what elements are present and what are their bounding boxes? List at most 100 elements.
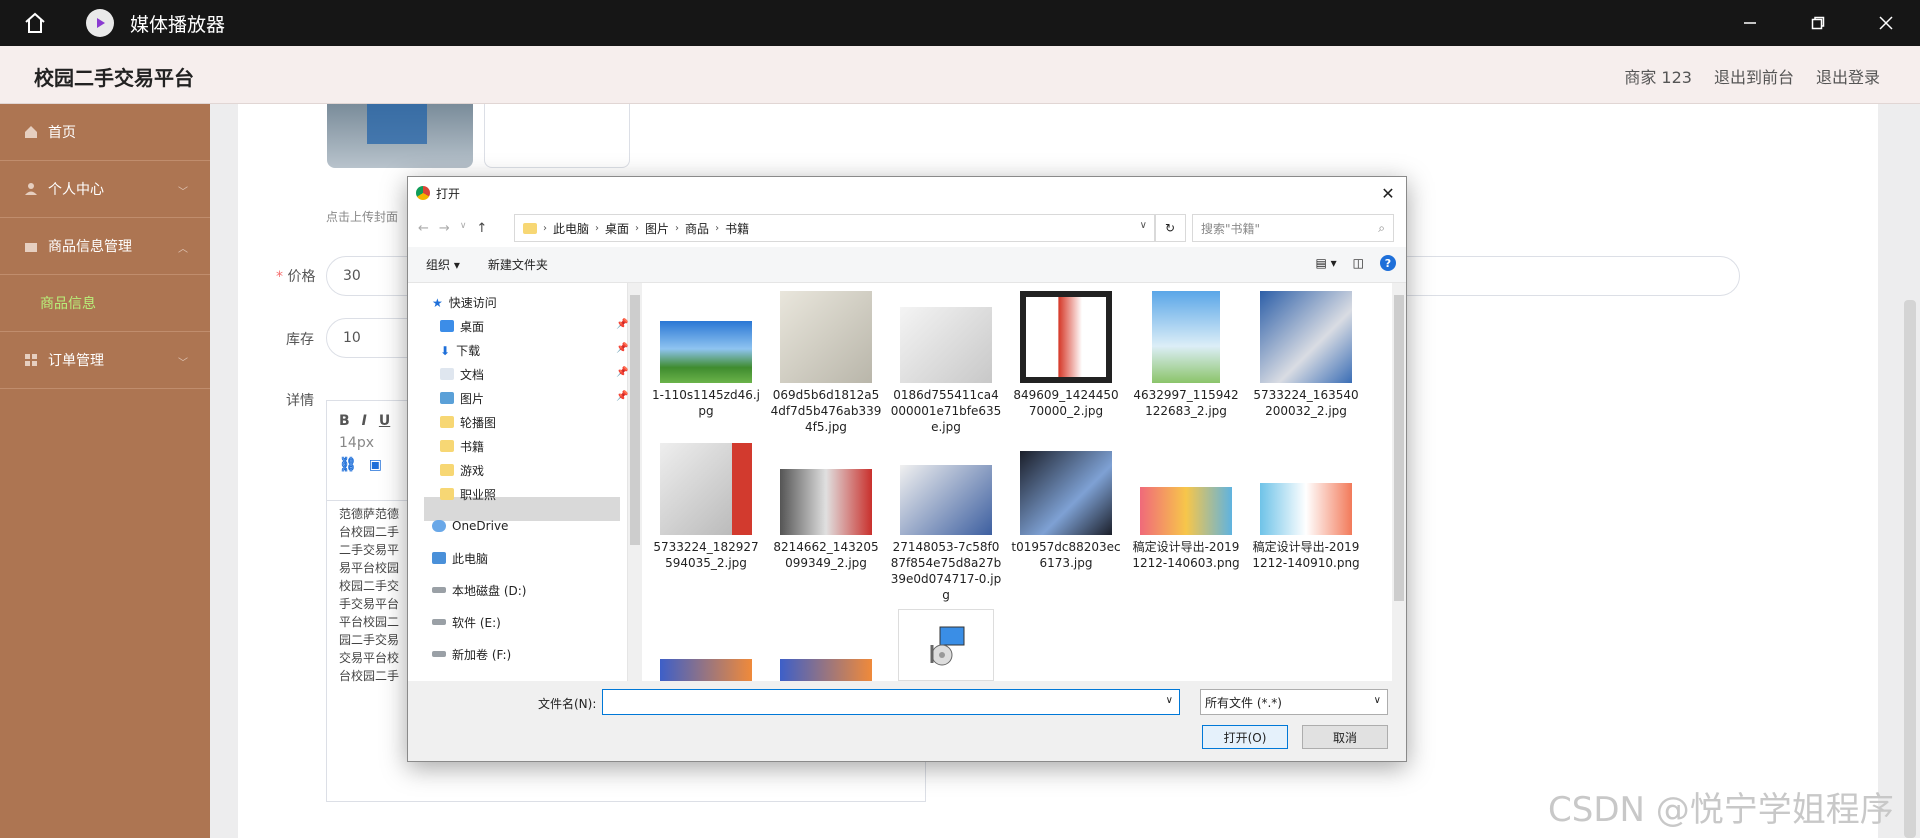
tree-drive-d[interactable]: 本地磁盘 (D:) bbox=[432, 579, 526, 601]
preview-pane-icon[interactable]: ◫ bbox=[1353, 256, 1364, 270]
folder-icon bbox=[523, 222, 537, 234]
file-item[interactable] bbox=[650, 659, 762, 681]
file-item[interactable]: 稿定设计导出-20191212-140910.png bbox=[1250, 443, 1362, 571]
file-item[interactable]: 4632997_115942122683_2.jpg bbox=[1130, 291, 1242, 419]
logout-link[interactable]: 退出登录 bbox=[1816, 64, 1880, 88]
media-player-logo-icon bbox=[86, 9, 114, 37]
upload-tip: 点击上传封面 bbox=[326, 210, 399, 224]
dialog-close-icon[interactable]: ✕ bbox=[1370, 177, 1406, 209]
tree-folder-books[interactable]: 书籍 bbox=[440, 435, 484, 457]
file-item[interactable]: 8214662_143205099349_2.jpg bbox=[770, 443, 882, 571]
user-icon bbox=[25, 183, 37, 195]
editor-content[interactable]: 范德萨范德台校园二手二手交易平易平台校园校园二手交手交易平台平台校园二园二手交易… bbox=[327, 501, 419, 689]
tree-this-pc[interactable]: 此电脑 bbox=[432, 547, 488, 569]
sidebar-item-home[interactable]: 首页 bbox=[0, 104, 210, 161]
tree-pictures[interactable]: 图片 bbox=[440, 387, 484, 409]
breadcrumb-item[interactable]: 此电脑 bbox=[553, 220, 589, 237]
chevron-down-icon[interactable]: ∨ bbox=[1166, 695, 1173, 706]
sidebar: 首页 个人中心 ﹀ 商品信息管理 ︿ 商品信息 订单管理 ﹀ bbox=[0, 104, 210, 838]
price-label: * 价格 bbox=[276, 269, 316, 285]
open-button[interactable]: 打开(O) bbox=[1202, 725, 1288, 749]
file-item[interactable]: 1-110s1145zd46.jpg bbox=[650, 291, 762, 419]
underline-button[interactable]: U bbox=[379, 413, 390, 429]
merchant-label: 商家 123 bbox=[1624, 68, 1692, 87]
file-item[interactable]: 849609_142445070000_2.jpg bbox=[1010, 291, 1122, 419]
tree-folder-games[interactable]: 游戏 bbox=[440, 459, 484, 481]
filename-input[interactable] bbox=[603, 690, 1153, 712]
home-icon[interactable] bbox=[20, 8, 50, 38]
file-item[interactable]: 稿定设计导出-20191212-140603.png bbox=[1130, 443, 1242, 571]
page-scrollbar[interactable] bbox=[1904, 300, 1916, 838]
help-icon[interactable]: ? bbox=[1380, 255, 1396, 271]
detail-label: 详情 bbox=[286, 393, 314, 409]
new-folder-button[interactable]: 新建文件夹 bbox=[488, 256, 548, 273]
pin-icon: 📌 bbox=[616, 367, 629, 378]
file-item[interactable]: 069d5b6d1812a54df7d5b476ab3394f5.jpg bbox=[770, 291, 882, 435]
dialog-body: ★ 快速访问 桌面 📌 ⬇ 下载 📌 文档 📌 图片 📌 轮播图 书籍 游戏 职业照… bbox=[408, 283, 1406, 681]
cancel-button[interactable]: 取消 bbox=[1302, 725, 1388, 749]
tree-desktop[interactable]: 桌面 bbox=[440, 315, 484, 337]
tree-folder-carousel[interactable]: 轮播图 bbox=[440, 411, 496, 433]
tree-downloads[interactable]: ⬇ 下载 bbox=[440, 339, 480, 361]
tree-documents[interactable]: 文档 bbox=[440, 363, 484, 385]
chevron-down-icon: ﹀ bbox=[178, 187, 188, 198]
image-icon[interactable]: ▣ bbox=[369, 457, 382, 473]
sidebar-item-label: 商品信息管理 bbox=[48, 239, 132, 255]
cover-upload-slot[interactable] bbox=[484, 104, 630, 168]
file-item[interactable] bbox=[890, 609, 1002, 681]
refresh-icon[interactable]: ↻ bbox=[1154, 214, 1186, 242]
file-item[interactable]: 0186d755411ca4000001e71bfe635e.jpg bbox=[890, 291, 1002, 435]
search-icon: ⌕ bbox=[1378, 221, 1385, 235]
breadcrumb-item[interactable]: 书籍 bbox=[725, 220, 749, 237]
chevron-down-icon[interactable]: ∨ bbox=[1140, 220, 1147, 231]
search-input[interactable]: 搜索"书籍" ⌕ bbox=[1192, 214, 1394, 242]
breadcrumb-item[interactable]: 商品 bbox=[685, 220, 709, 237]
pin-icon: 📌 bbox=[616, 391, 629, 402]
file-item[interactable]: 5733224_182927594035_2.jpg bbox=[650, 443, 762, 571]
tree-drive-f[interactable]: 新加卷 (F:) bbox=[432, 643, 511, 665]
italic-button[interactable]: I bbox=[362, 413, 367, 429]
dialog-navbar: ← → ∨ ↑ › 此电脑 › 桌面 › 图片 › 商品 › 书籍 ∨ ↻ 搜索… bbox=[408, 209, 1406, 247]
file-list: 1-110s1145zd46.jpg 069d5b6d1812a54df7d5b… bbox=[640, 283, 1380, 681]
minimize-icon[interactable] bbox=[1716, 0, 1784, 46]
tree-folder-job-photo[interactable]: 职业照 bbox=[440, 483, 496, 505]
site-brand: 校园二手交易平台 bbox=[34, 66, 194, 90]
dialog-titlebar: 打开 ✕ bbox=[408, 177, 1406, 209]
dialog-toolbar: 组织 ▾ 新建文件夹 ▤ ▾ ◫ ? bbox=[408, 247, 1406, 283]
grid-icon bbox=[25, 354, 37, 366]
file-item[interactable]: 5733224_163540200032_2.jpg bbox=[1250, 291, 1362, 419]
restore-icon[interactable] bbox=[1784, 0, 1852, 46]
bold-button[interactable]: B bbox=[339, 413, 350, 429]
breadcrumb-item[interactable]: 图片 bbox=[645, 220, 669, 237]
sidebar-item-personal[interactable]: 个人中心 ﹀ bbox=[0, 161, 210, 218]
home-icon bbox=[25, 126, 37, 138]
file-item[interactable]: 27148053-7c58f087f854e75d8a27b39e0d07471… bbox=[890, 443, 1002, 603]
dialog-title: 打开 bbox=[436, 186, 461, 201]
exit-to-front-link[interactable]: 退出到前台 bbox=[1714, 64, 1794, 88]
forward-arrow-icon[interactable]: → bbox=[439, 221, 450, 236]
file-type-select[interactable]: 所有文件 (*.*) ∨ bbox=[1200, 689, 1388, 715]
sidebar-subitem-goods-info[interactable]: 商品信息 bbox=[0, 275, 210, 332]
cover-image-thumbnail[interactable] bbox=[327, 104, 473, 168]
sidebar-item-goods-mgmt[interactable]: 商品信息管理 ︿ bbox=[0, 218, 210, 275]
tree-drive-e[interactable]: 软件 (E:) bbox=[432, 611, 501, 633]
file-item[interactable] bbox=[770, 659, 882, 681]
breadcrumb-item[interactable]: 桌面 bbox=[605, 220, 629, 237]
filename-field[interactable]: ∨ bbox=[602, 689, 1180, 715]
sidebar-item-order-mgmt[interactable]: 订单管理 ﹀ bbox=[0, 332, 210, 389]
address-bar[interactable]: › 此电脑 › 桌面 › 图片 › 商品 › 书籍 ∨ bbox=[514, 214, 1156, 242]
file-list-scrollbar[interactable] bbox=[1392, 283, 1406, 681]
link-icon[interactable]: ⛓ bbox=[339, 457, 357, 473]
tree-quick-access[interactable]: ★ 快速访问 bbox=[432, 291, 497, 313]
up-arrow-icon[interactable]: ↑ bbox=[476, 221, 487, 236]
navigation-tree: ★ 快速访问 桌面 📌 ⬇ 下载 📌 文档 📌 图片 📌 轮播图 书籍 游戏 职业照… bbox=[408, 283, 628, 681]
back-arrow-icon[interactable]: ← bbox=[418, 221, 429, 236]
organize-button[interactable]: 组织 ▾ bbox=[426, 256, 460, 273]
tree-onedrive[interactable]: OneDrive bbox=[432, 515, 508, 537]
close-icon[interactable] bbox=[1852, 0, 1920, 46]
dialog-footer: 文件名(N): ∨ 所有文件 (*.*) ∨ 打开(O) 取消 bbox=[408, 681, 1406, 761]
recent-chevron-icon[interactable]: ∨ bbox=[460, 221, 467, 236]
file-open-dialog: 打开 ✕ ← → ∨ ↑ › 此电脑 › 桌面 › 图片 › 商品 › 书籍 ∨… bbox=[407, 176, 1407, 762]
file-item[interactable]: t01957dc88203ec6173.jpg bbox=[1010, 443, 1122, 571]
view-options-icon[interactable]: ▤ ▾ bbox=[1315, 256, 1336, 270]
